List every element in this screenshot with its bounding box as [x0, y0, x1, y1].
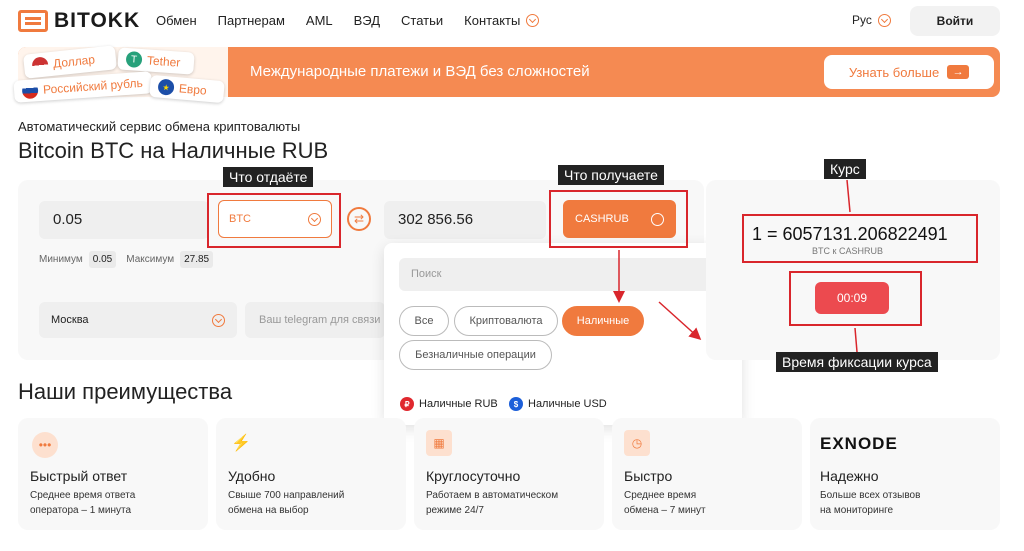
advantage-desc: Среднее время ответа: [30, 490, 136, 501]
advantage-desc: оператора – 1 минута: [30, 505, 132, 516]
advantage-card: ▦ Круглосуточно Работаем в автоматическо…: [414, 418, 604, 530]
advantage-name: Удобно: [228, 468, 276, 484]
advantage-card: ••• Быстрый ответ Среднее время ответа о…: [18, 418, 208, 530]
advantage-card: EXNODE Надежно Больше всех отзывов на мо…: [810, 418, 1000, 530]
advantage-desc: Свыше 700 направлений: [228, 490, 345, 501]
annotation-line: [854, 327, 858, 353]
advantage-name: Надежно: [820, 468, 879, 484]
advantage-desc: обмена – 7 минут: [624, 505, 706, 516]
chat-icon: •••: [32, 432, 58, 458]
advantage-desc: на мониторинге: [820, 505, 894, 516]
exnode-logo: EXNODE: [820, 434, 898, 453]
advantage-desc: Больше всех отзывов: [820, 490, 921, 501]
advantage-desc: Среднее время: [624, 490, 697, 501]
calendar-icon: ▦: [426, 430, 452, 456]
annotation-arrow: [658, 301, 702, 341]
advantage-name: Быстрый ответ: [30, 468, 128, 484]
clock-icon: ◷: [624, 430, 650, 456]
advantage-card: ⚡ Удобно Свыше 700 направлений обмена на…: [216, 418, 406, 530]
advantage-desc: обмена на выбор: [228, 505, 309, 516]
advantage-desc: Работаем в автоматическом: [426, 490, 559, 501]
advantages-title: Наши преимущества: [18, 379, 233, 404]
advantage-card: ◷ Быстро Среднее время обмена – 7 минут: [612, 418, 802, 530]
advantage-name: Быстро: [624, 468, 673, 484]
plug-icon: ⚡: [231, 435, 251, 452]
advantage-desc: режиме 24/7: [426, 505, 484, 516]
advantage-name: Круглосуточно: [426, 468, 521, 484]
annotation-line: [846, 179, 851, 213]
